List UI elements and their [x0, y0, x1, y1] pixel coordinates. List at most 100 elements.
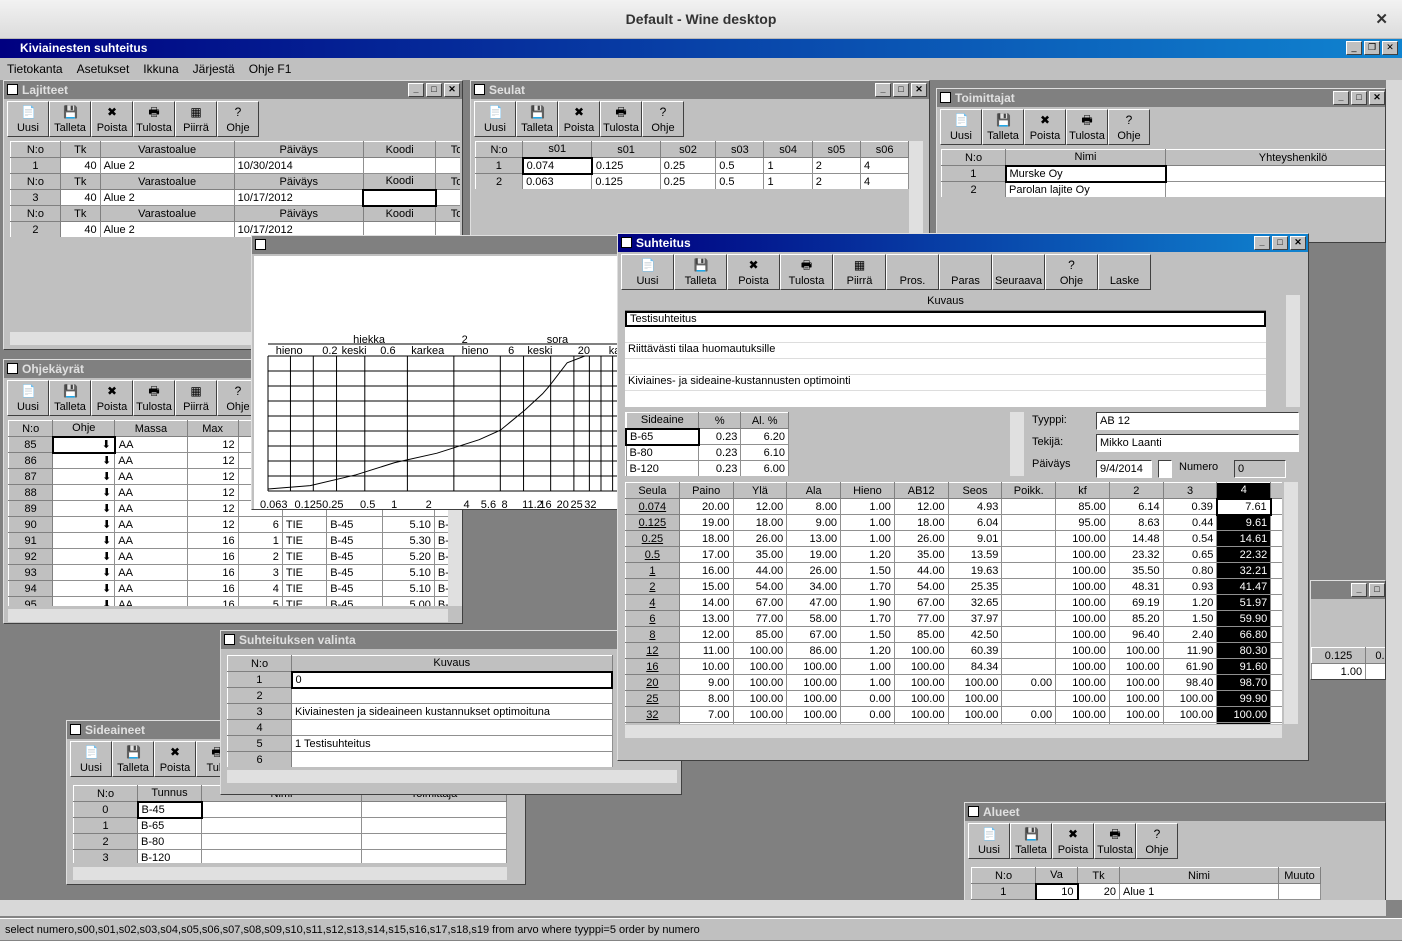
- poista-button[interactable]: ✖Poista: [91, 380, 133, 416]
- paivays-field[interactable]: 9/4/2014: [1096, 460, 1152, 478]
- menu-ikkuna[interactable]: Ikkuna: [136, 58, 185, 80]
- table-cell[interactable]: 14.00: [679, 595, 733, 611]
- talleta-button[interactable]: 💾Talleta: [674, 254, 727, 290]
- table-row[interactable]: 10: [228, 672, 613, 688]
- dropdown-cell[interactable]: ⬇: [53, 485, 115, 501]
- table-cell[interactable]: B-: [434, 565, 448, 581]
- table-cell[interactable]: 1: [764, 174, 812, 190]
- table-cell[interactable]: [1002, 531, 1056, 547]
- vertical-scrollbar[interactable]: [1284, 482, 1298, 724]
- table-cell[interactable]: B-: [434, 517, 448, 533]
- table-row[interactable]: 116.0044.0026.001.5044.0019.63100.0035.5…: [626, 563, 1283, 579]
- table-cell[interactable]: 100.00: [1056, 595, 1110, 611]
- header-tk[interactable]: Tk: [60, 142, 100, 158]
- table-cell[interactable]: [1002, 627, 1056, 643]
- kuvaus-line[interactable]: Riittävästi tilaa huomautuksille: [625, 343, 1266, 359]
- table-row[interactable]: 93⬇AA163TIEB-455.10B-: [9, 565, 449, 581]
- table-cell[interactable]: 0.93: [1163, 579, 1217, 595]
- table-cell[interactable]: 42.50: [948, 627, 1002, 643]
- kuvaus-line[interactable]: [625, 327, 1266, 343]
- table-row[interactable]: 2Parolan lajite Oy: [942, 182, 1387, 198]
- table-cell[interactable]: 12: [187, 469, 238, 485]
- kuvaus-grid[interactable]: Kuvaus TestisuhteitusRiittävästi tilaa h…: [625, 295, 1266, 407]
- header-cell[interactable]: 4: [1217, 483, 1271, 499]
- dropdown-arrow-icon[interactable]: ⬇: [102, 598, 111, 606]
- table-cell[interactable]: 2: [238, 549, 282, 565]
- table-cell[interactable]: 23.32: [1109, 547, 1163, 563]
- menu-tietokanta[interactable]: Tietokanta: [0, 58, 70, 80]
- table-cell[interactable]: 54.00: [733, 579, 787, 595]
- vertical-scrollbar[interactable]: [1286, 295, 1300, 407]
- talleta-button[interactable]: 💾Talleta: [112, 741, 154, 777]
- table-cell[interactable]: 12.00: [894, 499, 948, 515]
- table-cell[interactable]: 100.00: [787, 659, 841, 675]
- laske-button[interactable]: Laske: [1098, 254, 1151, 290]
- dropdown-cell[interactable]: ⬇: [53, 469, 115, 485]
- table-cell[interactable]: 86.00: [787, 643, 841, 659]
- dropdown-arrow-icon[interactable]: ⬇: [102, 454, 111, 467]
- table-cell[interactable]: 100.00: [1056, 611, 1110, 627]
- sideaine-grid[interactable]: Sideaine%Al. % B-650.236.20 B-800.236.10…: [625, 412, 789, 476]
- table-cell[interactable]: 67.00: [894, 595, 948, 611]
- table-cell[interactable]: 5.30: [382, 533, 434, 549]
- table-cell[interactable]: 0.074: [523, 158, 592, 174]
- table-cell[interactable]: 100.00: [894, 675, 948, 691]
- table-row[interactable]: 327.00100.00100.000.00100.00100.000.0010…: [626, 707, 1283, 723]
- table-cell[interactable]: 37.97: [948, 611, 1002, 627]
- header-cell[interactable]: 5: [1271, 483, 1282, 499]
- header-cell[interactable]: 2: [1109, 483, 1163, 499]
- table-cell[interactable]: 1.00: [841, 515, 895, 531]
- table-cell[interactable]: 13.00: [1271, 547, 1282, 563]
- table-cell[interactable]: B-: [434, 597, 448, 607]
- close-icon[interactable]: ✕: [444, 83, 460, 97]
- maximize-icon[interactable]: □: [893, 83, 909, 97]
- table-row[interactable]: 95⬇AA165TIEB-455.00B-: [9, 597, 449, 607]
- table-row[interactable]: 613.0077.0058.001.7077.0037.97100.0085.2…: [626, 611, 1283, 627]
- table-cell[interactable]: 16: [187, 533, 238, 549]
- piirra-button[interactable]: ▦Piirrä: [175, 101, 217, 137]
- table-cell[interactable]: 98.40: [1163, 675, 1217, 691]
- header-cell[interactable]: AB12: [894, 483, 948, 499]
- table-cell[interactable]: 5.10: [382, 517, 434, 533]
- table-cell[interactable]: 96.40: [1109, 627, 1163, 643]
- table-cell[interactable]: 100.00: [733, 659, 787, 675]
- dropdown-arrow-icon[interactable]: ⬇: [102, 486, 111, 499]
- header-cell[interactable]: Ylä: [733, 483, 787, 499]
- table-cell[interactable]: 4: [238, 581, 282, 597]
- table-cell[interactable]: 100.00: [1056, 547, 1110, 563]
- dropdown-cell[interactable]: ⬇: [53, 549, 115, 565]
- table-cell[interactable]: 100.00: [1109, 691, 1163, 707]
- table-cell[interactable]: 14.61: [1217, 531, 1271, 547]
- table-cell[interactable]: 100.00: [1271, 691, 1282, 707]
- table-row[interactable]: 2B-80: [74, 834, 507, 850]
- table-cell[interactable]: 12.00: [733, 499, 787, 515]
- poista-button[interactable]: ✖Poista: [558, 101, 600, 137]
- table-cell[interactable]: 9.00: [679, 675, 733, 691]
- table-cell[interactable]: 66.80: [1217, 627, 1271, 643]
- table-cell[interactable]: 67.00: [733, 595, 787, 611]
- uusi-button[interactable]: 📄Uusi: [7, 101, 49, 137]
- table-cell[interactable]: 5.10: [382, 581, 434, 597]
- header-cell[interactable]: Ala: [787, 483, 841, 499]
- header-paivays[interactable]: Päiväys: [234, 142, 363, 158]
- table-cell[interactable]: [1002, 563, 1056, 579]
- minimize-icon[interactable]: _: [408, 83, 424, 97]
- table-cell[interactable]: 0.54: [1163, 531, 1217, 547]
- table-cell[interactable]: 47.00: [787, 595, 841, 611]
- talleta-button[interactable]: 💾Talleta: [516, 101, 558, 137]
- table-cell[interactable]: 5: [238, 597, 282, 607]
- tulosta-button[interactable]: 🖶Tulosta: [133, 101, 175, 137]
- table-cell[interactable]: 5.10: [382, 565, 434, 581]
- table-cell[interactable]: 77.00: [894, 611, 948, 627]
- kuvaus-line[interactable]: Testisuhteitus: [625, 311, 1266, 327]
- table-cell[interactable]: TIE: [282, 565, 326, 581]
- poista-button[interactable]: ✖Poista: [154, 741, 196, 777]
- header-cell[interactable]: Max: [187, 421, 238, 437]
- table-cell[interactable]: 0.5: [716, 174, 764, 190]
- table-cell[interactable]: 16: [187, 597, 238, 607]
- table-row[interactable]: 6: [228, 752, 613, 768]
- dropdown-arrow-icon[interactable]: ⬇: [102, 470, 111, 483]
- maximize-icon[interactable]: □: [1272, 236, 1288, 250]
- dropdown-cell[interactable]: ⬇: [53, 597, 115, 607]
- tyyppi-field[interactable]: AB 12: [1096, 412, 1299, 430]
